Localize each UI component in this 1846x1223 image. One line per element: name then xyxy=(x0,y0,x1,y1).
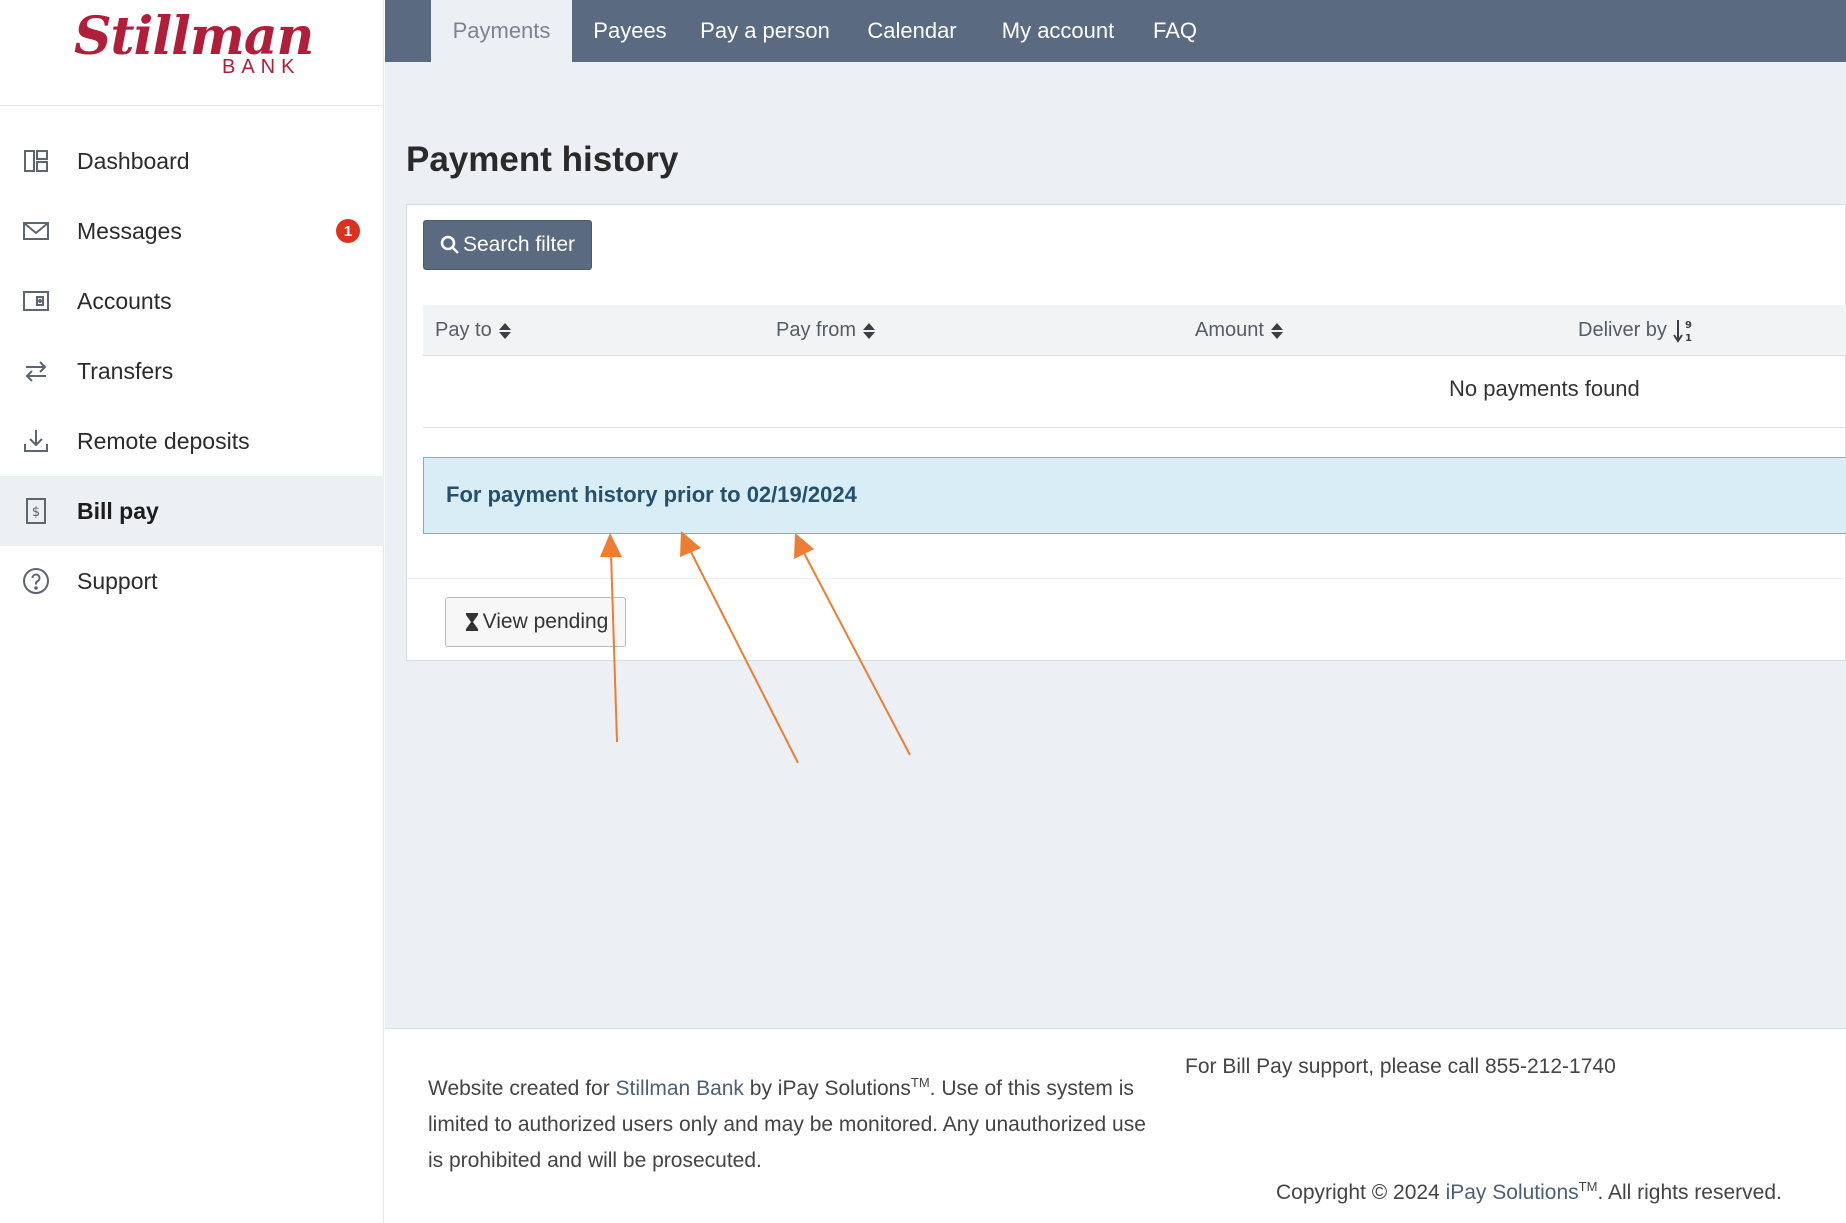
table-empty-row: No payments found xyxy=(423,356,1846,428)
sidebar-item-remote-deposits[interactable]: Remote deposits xyxy=(0,406,384,476)
bank-logo[interactable]: Stillman BANK xyxy=(0,0,384,106)
empty-message: No payments found xyxy=(1449,376,1640,401)
payment-history-info-box: For payment history prior to 02/19/2024 xyxy=(423,457,1846,534)
sidebar-item-bill-pay[interactable]: $ Bill pay xyxy=(0,476,384,546)
wallet-icon xyxy=(22,287,50,315)
column-pay-from[interactable]: Pay from xyxy=(776,305,876,356)
sidebar-nav: Dashboard Messages 1 Accounts Transfers xyxy=(0,126,384,616)
payment-history-card: Search filter Pay to Pay from Amount Del… xyxy=(406,204,1846,661)
column-deliver-by[interactable]: Deliver by 91 xyxy=(1578,305,1695,356)
search-filter-button[interactable]: Search filter xyxy=(423,220,592,270)
sidebar-item-label: Remote deposits xyxy=(77,427,250,454)
bank-link[interactable]: Stillman Bank xyxy=(616,1077,744,1100)
support-phone-text: For Bill Pay support, please call 855-21… xyxy=(1185,1055,1616,1078)
column-label: Pay to xyxy=(435,319,492,341)
unread-badge: 1 xyxy=(336,219,360,243)
sort-numeric-desc-icon: 91 xyxy=(1673,319,1692,344)
hourglass-icon xyxy=(465,613,478,631)
sidebar-item-label: Bill pay xyxy=(77,497,159,524)
sidebar-item-transfers[interactable]: Transfers xyxy=(0,336,384,406)
envelope-icon xyxy=(22,217,50,245)
ipay-link[interactable]: iPay Solutions xyxy=(1446,1181,1579,1204)
table-header: Pay to Pay from Amount Deliver by 91 xyxy=(423,305,1846,356)
tab-calendar[interactable]: Calendar xyxy=(852,0,972,62)
footer-created-prefix: Website created for xyxy=(428,1077,616,1100)
copyright-prefix: Copyright © 2024 xyxy=(1276,1181,1446,1204)
footer-created-mid: by iPay Solutions xyxy=(743,1077,911,1100)
sort-icon xyxy=(498,322,511,339)
tab-my-account[interactable]: My account xyxy=(985,0,1131,62)
question-circle-icon xyxy=(22,567,50,595)
sidebar-item-label: Dashboard xyxy=(77,147,190,174)
sidebar-item-accounts[interactable]: Accounts xyxy=(0,266,384,336)
bill-icon: $ xyxy=(22,497,50,525)
svg-text:$: $ xyxy=(32,505,40,520)
column-label: Deliver by xyxy=(1578,319,1667,341)
svg-text:1: 1 xyxy=(1685,333,1692,344)
logo-subtitle: BANK xyxy=(222,56,301,78)
prior-history-link[interactable]: For payment history prior to 02/19/2024 xyxy=(446,482,857,508)
footer: Website created for Stillman Bank by iPa… xyxy=(385,1028,1846,1223)
trademark: TM xyxy=(1578,1179,1598,1194)
sidebar-item-messages[interactable]: Messages 1 xyxy=(0,196,384,266)
column-label: Pay from xyxy=(776,319,857,341)
footer-disclaimer: Website created for Stillman Bank by iPa… xyxy=(428,1065,1148,1179)
sidebar-item-label: Support xyxy=(77,567,158,594)
transfer-arrows-icon xyxy=(22,357,50,385)
divider xyxy=(407,578,1846,579)
download-icon xyxy=(22,427,50,455)
column-pay-to[interactable]: Pay to xyxy=(435,305,512,356)
svg-text:9: 9 xyxy=(1685,320,1692,331)
tab-payments[interactable]: Payments xyxy=(431,0,572,62)
main-content: Payment history Search filter Pay to Pay… xyxy=(385,62,1846,1028)
sidebar-item-support[interactable]: Support xyxy=(0,546,384,616)
tab-payees[interactable]: Payees xyxy=(580,0,680,62)
sort-icon xyxy=(863,322,876,339)
trademark: TM xyxy=(910,1075,930,1090)
column-amount[interactable]: Amount xyxy=(1195,305,1284,356)
tab-faq[interactable]: FAQ xyxy=(1140,0,1210,62)
sidebar-item-dashboard[interactable]: Dashboard xyxy=(0,126,384,196)
sidebar: Stillman BANK Dashboard Messages 1 Accou… xyxy=(0,0,384,1223)
page-title: Payment history xyxy=(406,140,679,179)
copyright-suffix: . All rights reserved. xyxy=(1597,1181,1782,1204)
top-nav: Payments Payees Pay a person Calendar My… xyxy=(385,0,1846,62)
column-label: Amount xyxy=(1195,319,1264,341)
view-pending-button[interactable]: View pending xyxy=(445,597,626,647)
sidebar-item-label: Messages xyxy=(77,217,182,244)
sidebar-item-label: Transfers xyxy=(77,357,174,384)
sort-icon xyxy=(1270,322,1283,339)
sidebar-item-label: Accounts xyxy=(77,287,172,314)
copyright: Copyright © 2024 iPay SolutionsTM. All r… xyxy=(1276,1179,1782,1205)
tab-pay-a-person[interactable]: Pay a person xyxy=(690,0,840,62)
search-filter-label: Search filter xyxy=(462,233,576,256)
search-icon xyxy=(440,235,459,254)
view-pending-label: View pending xyxy=(482,610,609,633)
dashboard-icon xyxy=(22,147,50,175)
